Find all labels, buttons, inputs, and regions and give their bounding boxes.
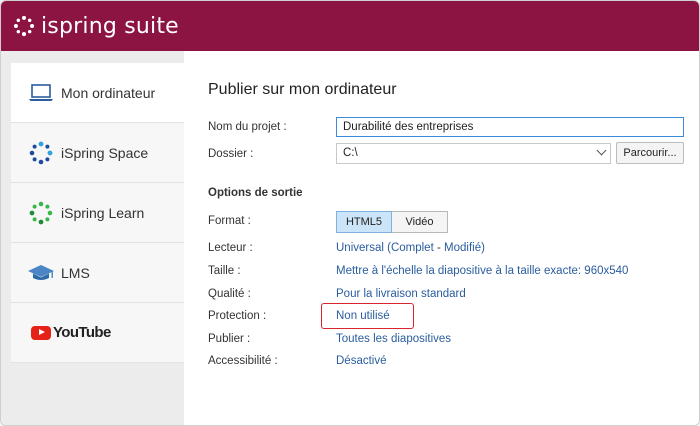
player-modified: Modifié) — [444, 242, 485, 254]
folder-label: Dossier : — [208, 148, 254, 160]
ispring-space-icon — [27, 141, 55, 165]
sidebar-item-ispring-space[interactable]: iSpring Space — [11, 123, 184, 183]
sidebar-item-label: iSpring Space — [61, 144, 149, 161]
publish-destination-sidebar: Mon ordinateur iSpring Space iSpring Lea… — [11, 63, 184, 363]
output-options-heading: Options de sortie — [208, 187, 303, 199]
publish-link[interactable]: Toutes les diapositives — [336, 333, 451, 345]
project-name-input[interactable]: Durabilité des entreprises — [336, 117, 684, 137]
graduation-cap-icon — [27, 261, 55, 285]
player-label: Lecteur : — [208, 242, 253, 254]
sidebar-item-label: LMS — [61, 264, 90, 281]
youtube-logo: YouTube — [31, 324, 111, 341]
ispring-logo-icon — [13, 15, 35, 37]
sidebar-item-label: iSpring Learn — [61, 204, 145, 221]
protection-highlight-box — [321, 303, 414, 329]
quality-link[interactable]: Pour la livraison standard — [336, 288, 466, 300]
laptop-icon — [27, 81, 55, 105]
size-link[interactable]: Mettre à l'échelle la diapositive à la t… — [336, 265, 628, 277]
browse-button[interactable]: Parcourir... — [616, 142, 684, 164]
page-title: Publier sur mon ordinateur — [208, 81, 397, 98]
format-html5-button[interactable]: HTML5 — [336, 211, 392, 233]
format-video-button[interactable]: Vidéo — [392, 211, 448, 233]
sidebar-item-lms[interactable]: LMS — [11, 243, 184, 303]
player-link[interactable]: Universal (Complet - Modifié) — [336, 242, 485, 254]
sidebar-item-ispring-learn[interactable]: iSpring Learn — [11, 183, 184, 243]
chevron-down-icon[interactable] — [596, 145, 607, 156]
sidebar-item-my-computer[interactable]: Mon ordinateur — [11, 63, 184, 123]
youtube-logo-text: YouTube — [53, 324, 111, 341]
player-separator: - — [433, 242, 445, 254]
format-toggle: HTML5 Vidéo — [336, 211, 448, 233]
accessibility-link[interactable]: Désactivé — [336, 355, 387, 367]
sidebar-item-label: Mon ordinateur — [61, 84, 156, 101]
sidebar-item-youtube[interactable]: YouTube — [11, 303, 184, 363]
folder-select[interactable]: C:\ — [336, 143, 611, 164]
player-value: Universal (Complet — [336, 242, 434, 254]
app-header: ispring suite — [1, 1, 699, 51]
publish-panel: Publier sur mon ordinateur Nom du projet… — [184, 51, 699, 425]
protection-label: Protection : — [208, 310, 267, 322]
accessibility-label: Accessibilité : — [208, 355, 278, 367]
ispring-learn-icon — [27, 201, 55, 225]
app-window: ispring suite Mon ordinateur iSpring Spa… — [0, 0, 700, 426]
publish-label: Publier : — [208, 333, 251, 345]
format-label: Format : — [208, 215, 251, 227]
project-name-label: Nom du projet : — [208, 121, 287, 133]
quality-label: Qualité : — [208, 288, 251, 300]
logo-text: ispring suite — [41, 13, 179, 39]
youtube-play-icon — [31, 325, 51, 340]
size-label: Taille : — [208, 265, 241, 277]
app-logo: ispring suite — [13, 13, 179, 39]
folder-value: C:\ — [343, 147, 358, 159]
